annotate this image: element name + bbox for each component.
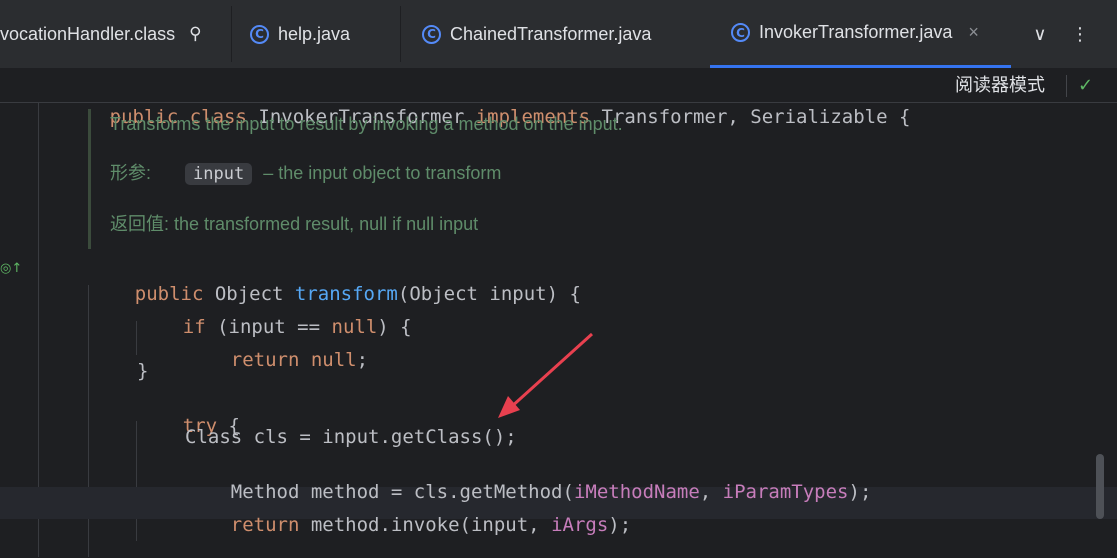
annotation-overlay [498,332,594,418]
arrow-head-icon [498,396,520,418]
annotation-arrow [508,332,594,410]
